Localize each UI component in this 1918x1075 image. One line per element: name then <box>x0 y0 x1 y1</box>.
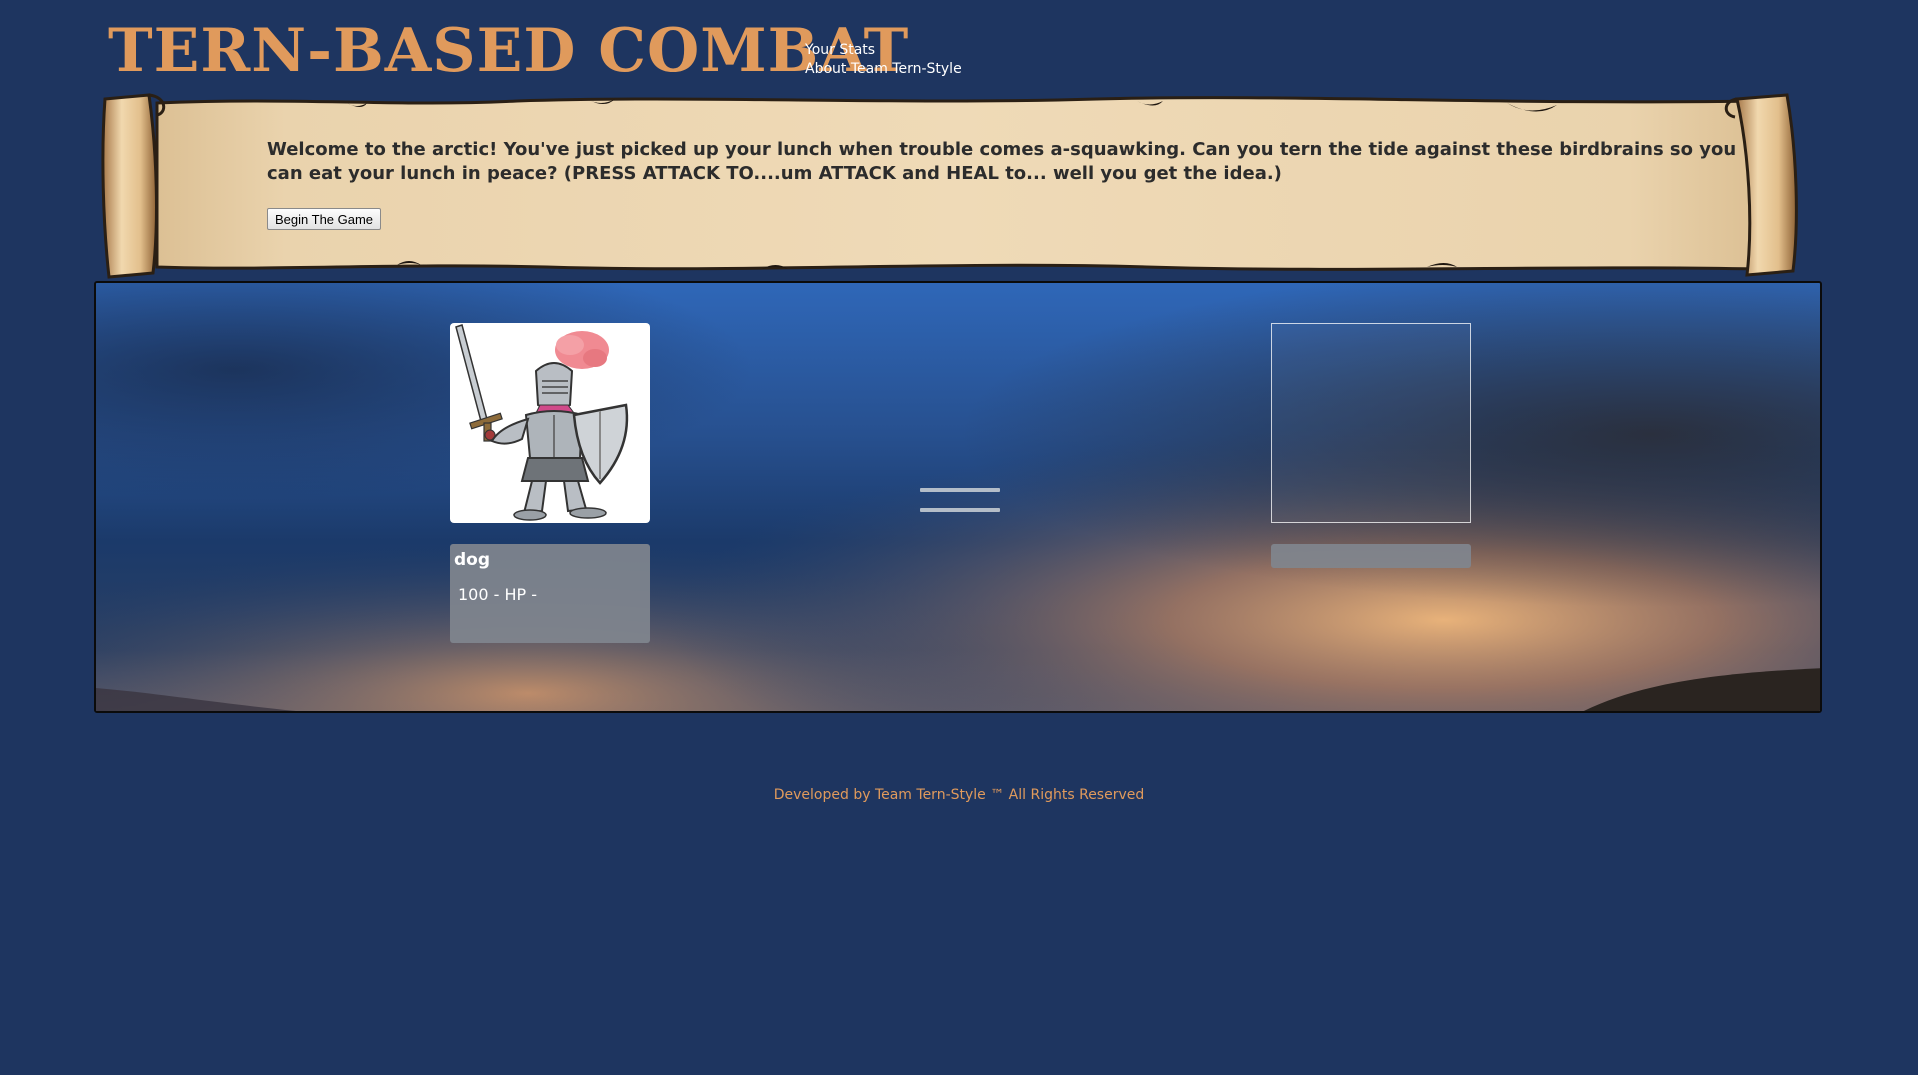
divider-line <box>920 488 1000 492</box>
footer-credit: Developed by Team Tern-Style ™ All Right… <box>773 787 1145 803</box>
player-portrait <box>450 323 650 523</box>
nav-link-your-stats[interactable]: Your Stats <box>805 42 962 59</box>
enemy-portrait-slot <box>1271 323 1471 523</box>
player-name: dog <box>454 550 491 570</box>
begin-game-button[interactable]: Begin The Game <box>267 208 382 230</box>
parchment-scroll-graphic <box>101 93 1798 279</box>
top-nav: Your Stats About Team Tern-Style <box>805 42 962 78</box>
player-hp: 100 - HP - <box>458 585 538 604</box>
divider-line <box>920 508 1000 512</box>
intro-scroll: Welcome to the arctic! You've just picke… <box>97 93 1809 279</box>
battle-arena: dog 100 - HP - <box>94 281 1822 713</box>
enemy-info-panel <box>1271 544 1471 568</box>
intro-text: Welcome to the arctic! You've just picke… <box>267 139 1737 184</box>
player-info-panel: dog 100 - HP - <box>450 544 650 643</box>
versus-divider <box>920 486 1000 512</box>
page: TERN-BASED COMBAT Your Stats About Team … <box>0 0 1918 1075</box>
site-title: TERN-BASED COMBAT <box>108 16 910 86</box>
nav-link-about-team[interactable]: About Team Tern-Style <box>805 61 962 78</box>
knight-icon <box>455 324 629 521</box>
